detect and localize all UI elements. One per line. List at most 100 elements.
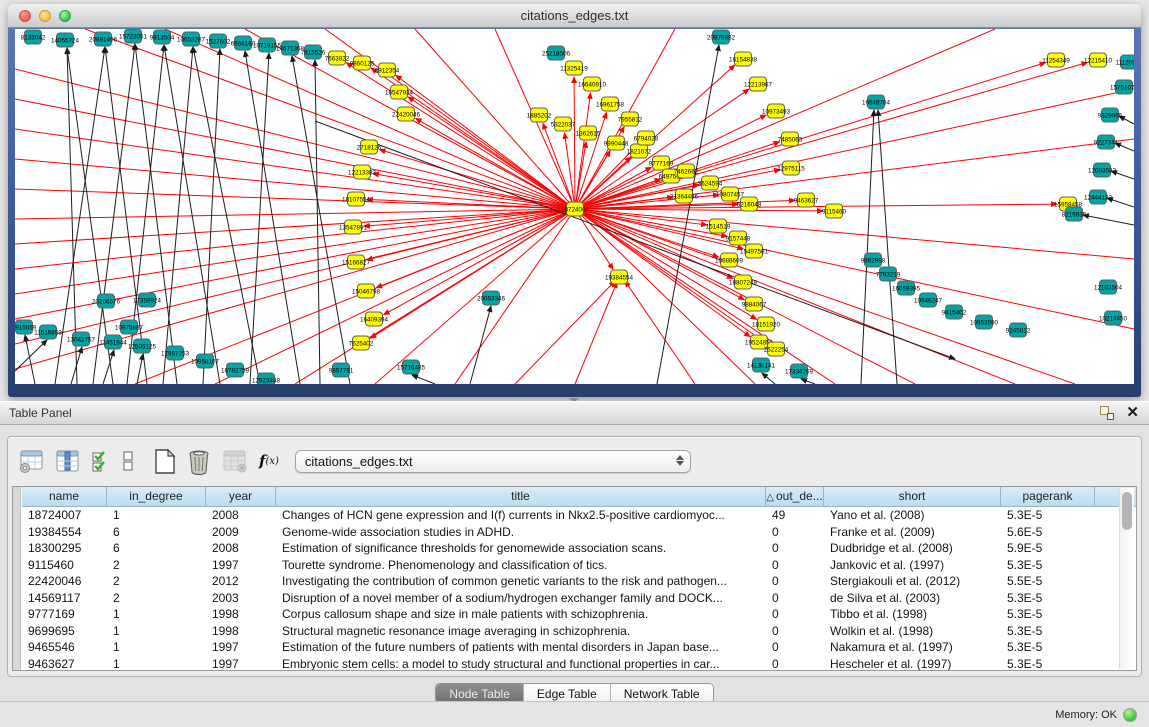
scrollbar-thumb[interactable] xyxy=(1122,492,1132,530)
table-cell: Tourette syndrome. Phenomenology and cla… xyxy=(276,557,766,574)
table-cell: Disruption of a novel member of a sodium… xyxy=(276,590,766,607)
svg-text:8912354: 8912354 xyxy=(375,67,400,74)
svg-text:18107554: 18107554 xyxy=(342,196,371,203)
table-cell: Tibbo et al. (1998) xyxy=(824,606,1001,623)
svg-text:12505125: 12505125 xyxy=(128,343,157,350)
close-panel-icon[interactable]: ✕ xyxy=(1126,405,1139,420)
table-row[interactable]: 946362711997Embryonic stem cells: a mode… xyxy=(22,656,1136,672)
svg-text:9115460: 9115460 xyxy=(822,208,847,215)
table-cell: 5.6E-5 xyxy=(1001,524,1095,541)
table-cell: Structural magnetic resonance image aver… xyxy=(276,623,766,640)
column-header-short[interactable]: short xyxy=(824,487,1001,506)
table-cell: 22420046 xyxy=(22,573,107,590)
dropdown-stepper-icon xyxy=(676,455,684,466)
table-cell: 5.3E-5 xyxy=(1001,656,1095,672)
table-cell: Corpus callosum shape and size in male p… xyxy=(276,606,766,623)
svg-text:16648784: 16648784 xyxy=(862,99,891,106)
select-columns-icon[interactable] xyxy=(90,448,112,474)
column-header-pagerank[interactable]: pagerank xyxy=(1001,487,1095,506)
table-row[interactable]: 1872400712008Changes of HCN gene express… xyxy=(22,507,1136,524)
table-row[interactable]: 977716911998Corpus callosum shape and si… xyxy=(22,606,1136,623)
svg-text:13547891: 13547891 xyxy=(339,224,368,231)
svg-text:10214450: 10214450 xyxy=(1099,315,1128,322)
table-row[interactable]: 946554611997Estimation of the future num… xyxy=(22,639,1136,656)
svg-text:9860125: 9860125 xyxy=(350,60,375,67)
table-settings-icon[interactable] xyxy=(18,448,45,474)
svg-text:5322037: 5322037 xyxy=(551,121,576,128)
svg-text:2522254: 2522254 xyxy=(764,346,789,353)
column-header-in-degree[interactable]: in_degree xyxy=(107,487,206,506)
new-table-icon[interactable] xyxy=(152,448,177,475)
table-cell: 1 xyxy=(107,623,206,640)
table-cell: 1 xyxy=(107,656,206,672)
svg-text:20053346: 20053346 xyxy=(477,295,506,302)
table-cell: 0 xyxy=(766,524,824,541)
column-settings-icon[interactable] xyxy=(54,448,81,474)
table-panel-body: f(x) citations_edges.txt name in_degree … xyxy=(7,436,1142,677)
svg-text:19384554: 19384554 xyxy=(605,274,634,281)
table-cell: 0 xyxy=(766,590,824,607)
svg-text:22420046: 22420046 xyxy=(392,111,421,118)
table-cell: Jankovic et al. (1997) xyxy=(824,557,1001,574)
svg-text:20206576: 20206576 xyxy=(92,298,121,305)
table-cell: 9115460 xyxy=(22,557,107,574)
table-cell: Genome-wide association studies in ADHD. xyxy=(276,524,766,541)
svg-text:16547934: 16547934 xyxy=(385,89,414,96)
table-selector-value: citations_edges.txt xyxy=(305,454,413,469)
sort-ascending-icon: △ xyxy=(766,492,774,503)
table-selector-dropdown[interactable]: citations_edges.txt xyxy=(295,450,691,473)
network-canvas[interactable]: 8133042140557242069140615723051981350410… xyxy=(15,29,1134,384)
vertical-scrollbar[interactable] xyxy=(1119,488,1134,669)
table-cell: 5.3E-5 xyxy=(1001,557,1095,574)
svg-text:16782759: 16782759 xyxy=(221,367,250,374)
window-title: citations_edges.txt xyxy=(8,8,1141,23)
citation-graph[interactable]: 8133042140557242069140615723051981350410… xyxy=(15,29,1134,384)
svg-text:1514519: 1514519 xyxy=(706,223,731,230)
svg-text:14138141: 14138141 xyxy=(747,362,776,369)
table-cell: Wolkin et al. (1998) xyxy=(824,623,1001,640)
table-cell: 2008 xyxy=(206,507,276,524)
table-cell: 5.5E-5 xyxy=(1001,573,1095,590)
svg-text:9463627: 9463627 xyxy=(794,197,819,204)
svg-text:18151920: 18151920 xyxy=(752,321,781,328)
svg-text:21364486: 21364486 xyxy=(670,193,699,200)
svg-text:15166827: 15166827 xyxy=(342,259,371,266)
table-cell: Investigating the contribution of common… xyxy=(276,573,766,590)
table-row[interactable]: 911546021997Tourette syndrome. Phenomeno… xyxy=(22,557,1136,574)
svg-text:15046798: 15046798 xyxy=(352,288,381,295)
svg-text:10953590: 10953590 xyxy=(970,319,999,326)
table-cell: Dudbridge et al. (2008) xyxy=(824,540,1001,557)
table-row[interactable]: 1938455462009Genome-wide association stu… xyxy=(22,524,1136,541)
table-cell: 1997 xyxy=(206,557,276,574)
column-header-name[interactable]: name xyxy=(22,487,107,506)
table-row[interactable]: 969969511998Structural magnetic resonanc… xyxy=(22,623,1136,640)
svg-text:12923448: 12923448 xyxy=(252,377,281,384)
network-window-titlebar[interactable]: citations_edges.txt xyxy=(8,4,1141,28)
svg-text:9157448: 9157448 xyxy=(726,235,751,242)
table-cell: 6 xyxy=(107,540,206,557)
row-height-icon[interactable] xyxy=(121,448,135,474)
svg-text:10946247: 10946247 xyxy=(914,297,943,304)
svg-text:12213383: 12213383 xyxy=(348,169,377,176)
table-row[interactable]: 1830029562008Estimation of significance … xyxy=(22,540,1136,557)
float-panel-icon[interactable] xyxy=(1099,405,1114,420)
table-cell: 5.3E-5 xyxy=(1001,623,1095,640)
svg-text:7462662: 7462662 xyxy=(674,168,699,175)
svg-text:10975887: 10975887 xyxy=(115,324,144,331)
column-header-year[interactable]: year xyxy=(206,487,276,506)
table-row[interactable]: 2242004622012Investigating the contribut… xyxy=(22,573,1136,590)
table-cell: 49 xyxy=(766,507,824,524)
svg-text:14055724: 14055724 xyxy=(51,37,80,44)
column-header-title[interactable]: title xyxy=(276,487,766,506)
svg-text:11120954: 11120954 xyxy=(1115,59,1134,66)
table-row[interactable]: 1456911722003Disruption of a novel membe… xyxy=(22,590,1136,607)
svg-text:11516859: 11516859 xyxy=(34,329,62,336)
function-builder-icon[interactable]: f(x) xyxy=(259,452,279,470)
delete-table-icon[interactable] xyxy=(221,448,248,474)
svg-text:9884067: 9884067 xyxy=(742,301,767,308)
column-header-out-degree[interactable]: △out_de... xyxy=(766,487,824,506)
table-cell: 9463627 xyxy=(22,656,107,672)
delete-column-icon[interactable] xyxy=(186,448,212,475)
table-cell: Changes of HCN gene expression and I(f) … xyxy=(276,507,766,524)
table-toolbar: f(x) citations_edges.txt xyxy=(8,437,1141,485)
